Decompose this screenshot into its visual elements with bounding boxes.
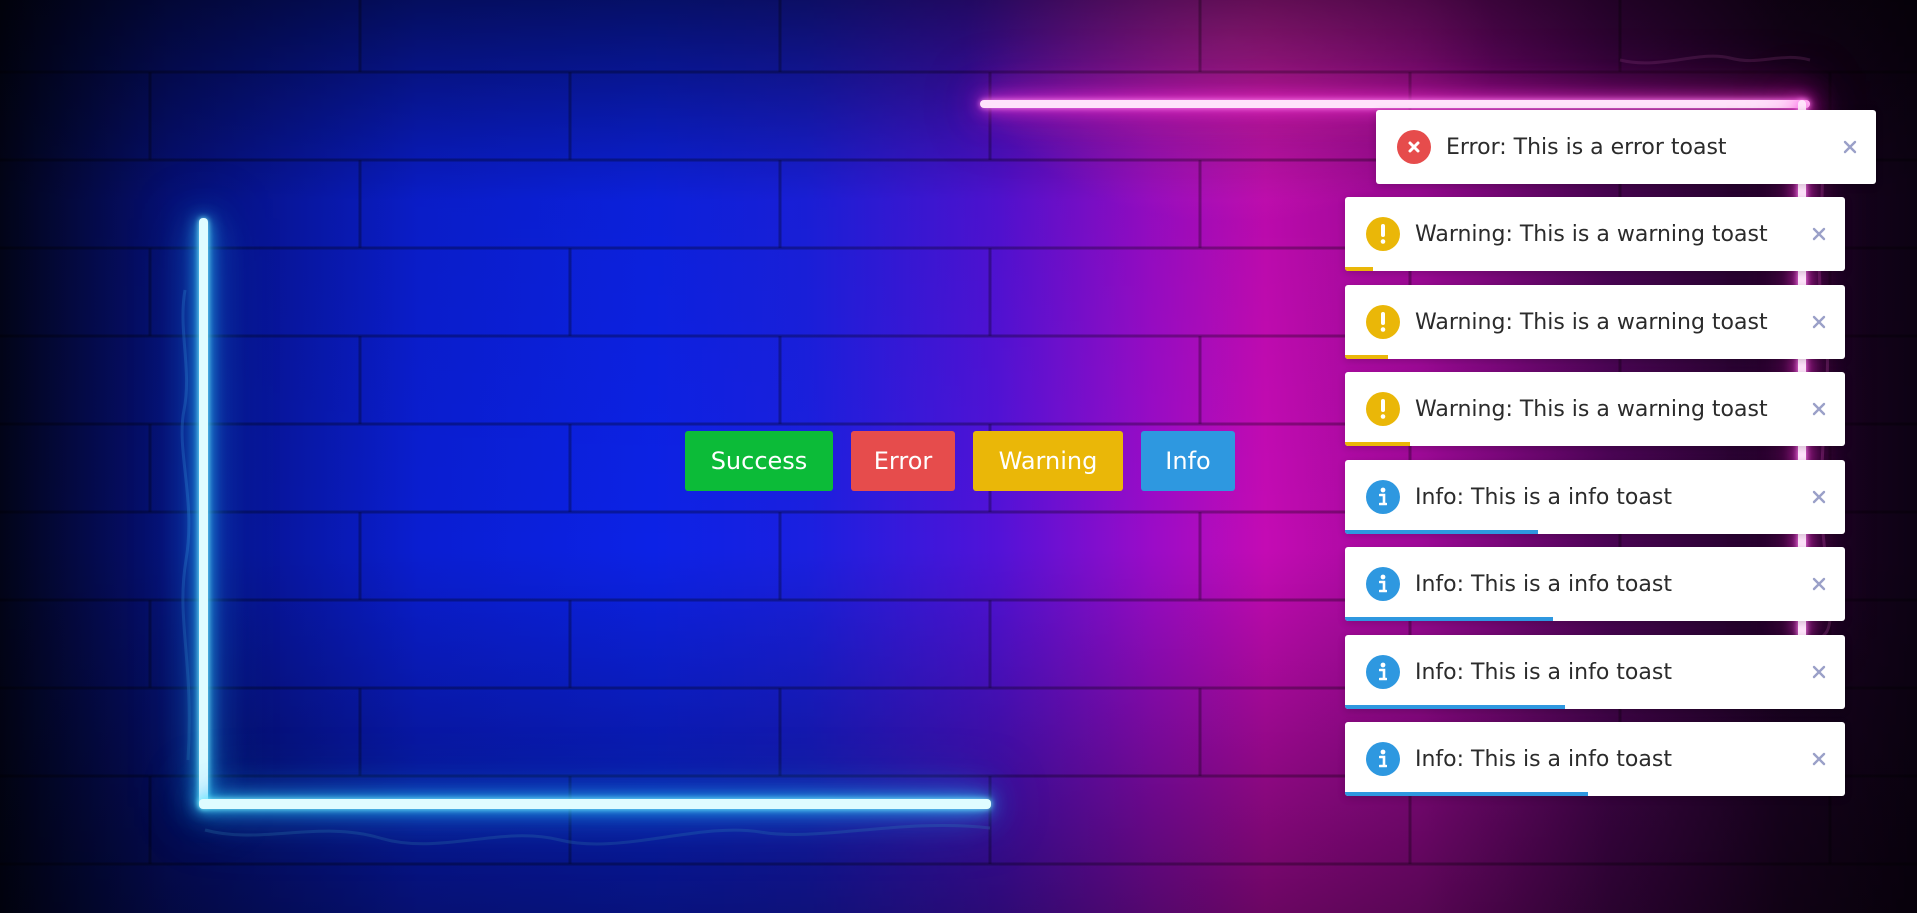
close-icon[interactable] bbox=[1809, 224, 1829, 244]
toast-info: Info: This is a info toast bbox=[1345, 635, 1845, 709]
toast-message: Warning: This is a warning toast bbox=[1415, 221, 1768, 247]
toast-trigger-buttons: Success Error Warning Info bbox=[685, 431, 1235, 491]
toast-warning: Warning: This is a warning toast bbox=[1345, 372, 1845, 446]
warning-button[interactable]: Warning bbox=[973, 431, 1123, 491]
toast-progress-bar bbox=[1345, 792, 1588, 796]
toast-message: Info: This is a info toast bbox=[1415, 659, 1672, 685]
warning-exclamation-icon bbox=[1366, 305, 1400, 339]
toast-info: Info: This is a info toast bbox=[1345, 547, 1845, 621]
toast-message: Info: This is a info toast bbox=[1415, 571, 1672, 597]
toast-message: Info: This is a info toast bbox=[1415, 746, 1672, 772]
error-x-icon bbox=[1397, 130, 1431, 164]
info-icon bbox=[1366, 655, 1400, 689]
warning-exclamation-icon bbox=[1366, 392, 1400, 426]
close-icon[interactable] bbox=[1809, 487, 1829, 507]
toast-warning: Warning: This is a warning toast bbox=[1345, 285, 1845, 359]
info-icon bbox=[1366, 742, 1400, 776]
toast-message: Error: This is a error toast bbox=[1446, 134, 1727, 160]
info-icon bbox=[1366, 567, 1400, 601]
toast-progress-bar bbox=[1345, 705, 1565, 709]
toast-message: Warning: This is a warning toast bbox=[1415, 309, 1768, 335]
toast-error: Error: This is a error toast bbox=[1376, 110, 1876, 184]
toast-progress-bar bbox=[1345, 267, 1373, 271]
error-button[interactable]: Error bbox=[851, 431, 955, 491]
toast-progress-bar bbox=[1345, 442, 1410, 446]
close-icon[interactable] bbox=[1809, 312, 1829, 332]
toast-info: Info: This is a info toast bbox=[1345, 460, 1845, 534]
close-icon[interactable] bbox=[1840, 137, 1860, 157]
info-icon bbox=[1366, 480, 1400, 514]
info-button[interactable]: Info bbox=[1141, 431, 1235, 491]
close-icon[interactable] bbox=[1809, 749, 1829, 769]
toast-message: Warning: This is a warning toast bbox=[1415, 396, 1768, 422]
neon-light-blue-vertical bbox=[199, 218, 208, 808]
close-icon[interactable] bbox=[1809, 574, 1829, 594]
close-icon[interactable] bbox=[1809, 662, 1829, 682]
close-icon[interactable] bbox=[1809, 399, 1829, 419]
toast-warning: Warning: This is a warning toast bbox=[1345, 197, 1845, 271]
toast-progress-bar bbox=[1345, 530, 1538, 534]
toast-message: Info: This is a info toast bbox=[1415, 484, 1672, 510]
toast-progress-bar bbox=[1345, 617, 1553, 621]
warning-exclamation-icon bbox=[1366, 217, 1400, 251]
toast-info: Info: This is a info toast bbox=[1345, 722, 1845, 796]
neon-light-blue-horizontal bbox=[199, 799, 991, 809]
success-button[interactable]: Success bbox=[685, 431, 833, 491]
toast-progress-bar bbox=[1345, 355, 1388, 359]
neon-light-pink-horizontal bbox=[980, 100, 1810, 108]
